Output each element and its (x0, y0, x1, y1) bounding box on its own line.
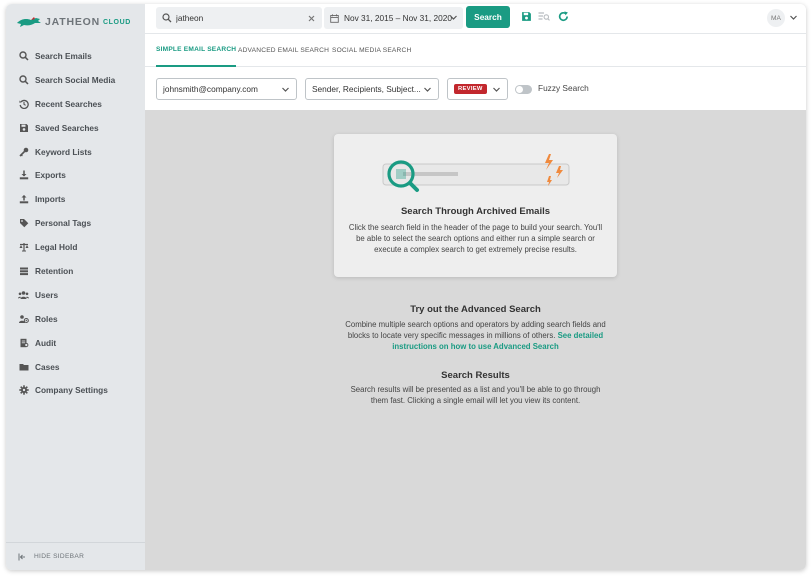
hide-sidebar-button[interactable]: HIDE SIDEBAR (6, 542, 145, 570)
save-icon (521, 11, 531, 21)
sidebar-item-label: Company Settings (35, 385, 108, 396)
sidebar-item-users[interactable]: Users (6, 283, 145, 307)
chevron-down-icon (450, 15, 457, 20)
list-search-icon (538, 11, 550, 21)
audit-icon (18, 337, 29, 348)
advanced-search-title: Try out the Advanced Search (410, 304, 541, 315)
main-content: Search Through Archived Emails Click the… (145, 110, 806, 570)
sidebar-item-imports[interactable]: Imports (6, 187, 145, 211)
sidebar-item-audit[interactable]: Audit (6, 331, 145, 355)
search-button[interactable]: Search (466, 6, 510, 28)
sidebar-item-search-emails[interactable]: Search Emails (6, 44, 145, 68)
export-icon (18, 170, 29, 181)
search-tabs: SIMPLE EMAIL SEARCH ADVANCED EMAIL SEARC… (145, 34, 806, 67)
search-icon (18, 74, 29, 85)
sidebar-item-roles[interactable]: Roles (6, 307, 145, 331)
search-icon (162, 13, 172, 23)
history-icon (18, 98, 29, 109)
sidebar-item-cases[interactable]: Cases (6, 355, 145, 379)
refresh-icon (558, 10, 568, 21)
mailbox-select[interactable]: johnsmith@company.com (156, 78, 297, 100)
roles-icon (18, 313, 29, 324)
sidebar-item-personal-tags[interactable]: Personal Tags (6, 211, 145, 235)
intro-card: Search Through Archived Emails Click the… (334, 134, 617, 277)
search-fields-select[interactable]: Sender, Recipients, Subject... (305, 78, 439, 100)
users-icon (18, 289, 29, 300)
sidebar-item-legal-hold[interactable]: Legal Hold (6, 235, 145, 259)
save-search-button[interactable] (520, 10, 532, 22)
search-illustration-icon (382, 154, 570, 192)
sidebar-item-label: Search Social Media (35, 74, 116, 85)
sidebar-nav: Search Emails Search Social Media Recent… (6, 44, 145, 402)
app-window: JATHEON CLOUD Search Emails Search Socia… (6, 4, 806, 570)
sidebar-item-label: Personal Tags (35, 218, 92, 229)
brand-suffix: CLOUD (103, 18, 131, 26)
sidebar-item-keyword-lists[interactable]: Keyword Lists (6, 140, 145, 164)
tab-social-media-search[interactable]: SOCIAL MEDIA SEARCH (332, 34, 411, 67)
search-results-title: Search Results (441, 370, 510, 381)
sidebar-item-label: Saved Searches (35, 122, 99, 133)
header-bar: Nov 31, 2015 – Nov 31, 2020 Search MA (145, 4, 806, 34)
sidebar-item-label: Imports (35, 194, 66, 205)
sidebar-item-recent-searches[interactable]: Recent Searches (6, 92, 145, 116)
close-icon (308, 15, 314, 21)
date-range-picker[interactable]: Nov 31, 2015 – Nov 31, 2020 (324, 7, 463, 29)
chevron-down-icon (493, 87, 500, 92)
sidebar-item-label: Cases (35, 361, 60, 372)
retention-icon (18, 265, 29, 276)
chevron-down-icon (424, 87, 431, 92)
logo[interactable]: JATHEON CLOUD (16, 12, 131, 32)
advanced-search-body: Combine multiple search options and oper… (345, 319, 606, 352)
scale-icon (18, 242, 29, 253)
sidebar-item-company-settings[interactable]: Company Settings (6, 378, 145, 402)
sidebar-item-label: Exports (35, 170, 66, 181)
brand-name: JATHEON (45, 16, 100, 28)
gear-icon (18, 385, 29, 396)
clear-search-button[interactable] (305, 12, 317, 24)
header-search[interactable] (156, 7, 322, 29)
sidebar-item-label: Legal Hold (35, 242, 78, 253)
card-body: Click the search field in the header of … (348, 223, 603, 254)
sidebar-item-label: Retention (35, 265, 74, 276)
sidebar-item-retention[interactable]: Retention (6, 259, 145, 283)
date-range-text: Nov 31, 2015 – Nov 31, 2020 (344, 13, 452, 23)
status-badge: REVIEW (454, 84, 487, 94)
chevron-down-icon[interactable] (789, 13, 798, 22)
refresh-button[interactable] (557, 10, 569, 22)
folder-icon (18, 361, 29, 372)
search-results-body: Search results will be presented as a li… (350, 385, 601, 405)
search-icon (18, 50, 29, 61)
search-input[interactable] (176, 13, 296, 23)
sidebar-item-exports[interactable]: Exports (6, 163, 145, 187)
save-icon (18, 122, 29, 133)
chevron-down-icon (282, 87, 289, 92)
sidebar-item-saved-searches[interactable]: Saved Searches (6, 116, 145, 140)
hide-sidebar-label: HIDE SIDEBAR (34, 553, 85, 560)
tab-advanced-email-search[interactable]: ADVANCED EMAIL SEARCH (238, 34, 329, 67)
tag-icon (18, 218, 29, 229)
sidebar: JATHEON CLOUD Search Emails Search Socia… (6, 4, 145, 570)
calendar-icon (330, 13, 339, 23)
card-title: Search Through Archived Emails (400, 206, 551, 217)
search-list-button[interactable] (538, 10, 550, 22)
sidebar-item-label: Users (35, 289, 59, 300)
sidebar-item-label: Recent Searches (35, 98, 102, 109)
avatar[interactable]: MA (767, 9, 785, 27)
sidebar-item-label: Audit (35, 337, 57, 348)
collapse-left-icon (18, 553, 25, 560)
import-icon (18, 194, 29, 205)
status-select[interactable]: REVIEW (447, 78, 508, 100)
fuzzy-search-toggle[interactable] (515, 85, 532, 94)
jaguar-logo-icon (17, 17, 41, 27)
sidebar-item-label: Search Emails (35, 50, 92, 61)
sidebar-item-label: Roles (35, 313, 58, 324)
fuzzy-search-label: Fuzzy Search (538, 83, 589, 93)
sidebar-item-search-social-media[interactable]: Search Social Media (6, 68, 145, 92)
sidebar-item-label: Keyword Lists (35, 146, 92, 157)
tab-simple-email-search[interactable]: SIMPLE EMAIL SEARCH (156, 34, 237, 67)
mailbox-select-value: johnsmith@company.com (163, 84, 258, 94)
filter-bar: johnsmith@company.com Sender, Recipients… (145, 67, 806, 110)
search-fields-value: Sender, Recipients, Subject... (312, 84, 421, 94)
key-icon (18, 146, 29, 157)
